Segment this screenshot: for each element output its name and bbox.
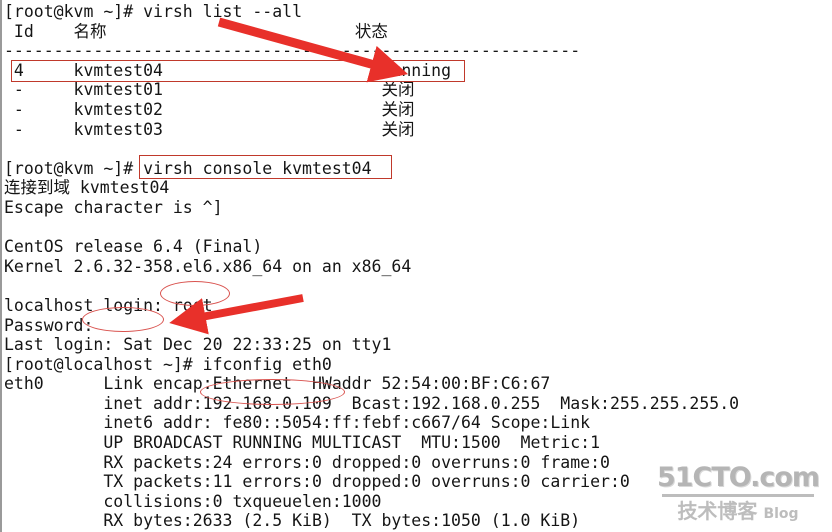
- annotation-arrows: [169, 17, 409, 335]
- terminal-screenshot: [root@kvm ~]# virsh list --all Id 名称 状态 …: [0, 0, 832, 532]
- site-watermark: 51CTO.com 技术博客 Blog: [654, 463, 822, 526]
- watermark-site-name: 51CTO.com: [656, 462, 820, 493]
- watermark-subtitle-en: Blog: [763, 506, 799, 522]
- watermark-divider: [662, 494, 814, 497]
- watermark-subtitle-cn: 技术博客: [677, 499, 758, 523]
- watermark-subtitle: 技术博客 Blog: [654, 499, 822, 526]
- arrow-to-password: [169, 294, 304, 335]
- arrow-to-running: [217, 17, 409, 83]
